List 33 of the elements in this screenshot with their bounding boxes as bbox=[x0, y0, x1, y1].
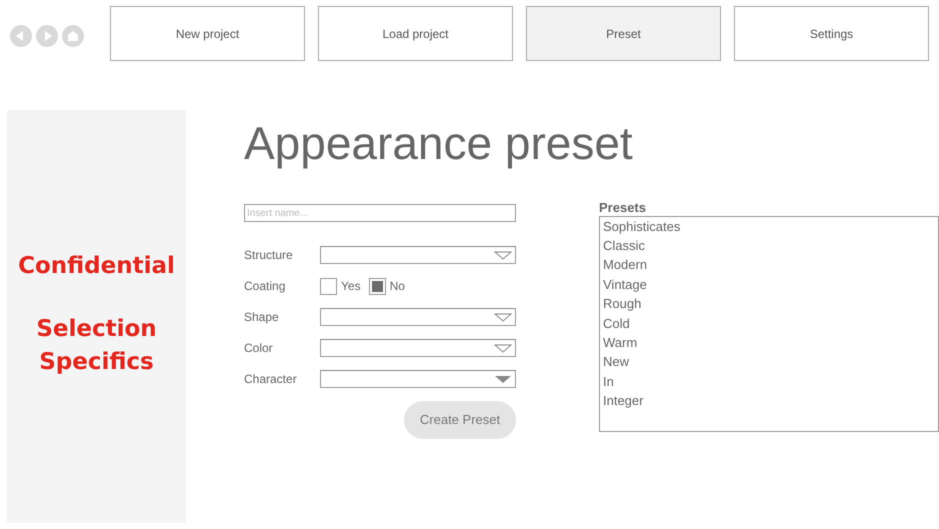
field-label: Structure bbox=[244, 247, 294, 264]
list-item[interactable]: Sophisticates bbox=[603, 216, 935, 236]
sidebar-text: Confidential bbox=[18, 252, 175, 281]
sidebar-text: Selection Specifics bbox=[35, 315, 158, 377]
checkbox-label: No bbox=[390, 278, 405, 296]
checkbox[interactable] bbox=[320, 278, 337, 295]
nav-tab[interactable]: Settings bbox=[734, 6, 929, 61]
checkbox[interactable] bbox=[368, 278, 386, 295]
dropdown-field[interactable] bbox=[320, 308, 516, 326]
field-label: Coating bbox=[244, 278, 286, 296]
list-item[interactable]: Warm bbox=[603, 333, 935, 352]
nav-tab[interactable]: New project bbox=[110, 6, 305, 61]
list-item[interactable]: Cold bbox=[603, 314, 935, 334]
name-field[interactable]: Insert name... bbox=[244, 204, 516, 222]
list-item[interactable]: Rough bbox=[603, 294, 935, 314]
list-item[interactable]: Modern bbox=[603, 255, 935, 275]
dropdown-field[interactable] bbox=[320, 246, 516, 264]
nav-tab[interactable]: Preset bbox=[526, 6, 721, 61]
list-title: Presets bbox=[599, 198, 647, 216]
field-label: Character bbox=[244, 371, 298, 388]
page-title: Appearance preset bbox=[244, 118, 634, 169]
dropdown-field[interactable] bbox=[320, 339, 516, 358]
list-item[interactable]: Integer bbox=[603, 391, 935, 411]
field-label: Color bbox=[244, 340, 274, 358]
checkbox-label: Yes bbox=[341, 278, 361, 296]
field-label: Shape bbox=[244, 309, 280, 326]
list-item[interactable]: In bbox=[603, 372, 935, 392]
nav-tab[interactable]: Load project bbox=[318, 6, 513, 61]
list-item[interactable]: Classic bbox=[603, 236, 935, 256]
list-item[interactable]: Vintage bbox=[603, 274, 935, 294]
list-item[interactable]: New bbox=[603, 352, 935, 372]
dropdown-field[interactable] bbox=[320, 370, 516, 388]
create-preset-button[interactable]: Create Preset bbox=[404, 400, 516, 439]
